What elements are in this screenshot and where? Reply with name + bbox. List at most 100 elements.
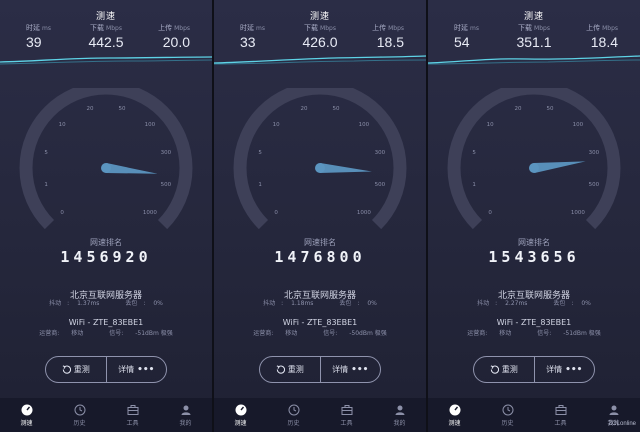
upload-value: 18.4 bbox=[590, 34, 618, 50]
toolbox-icon bbox=[341, 404, 352, 415]
action-buttons: 重测 详情 ••• bbox=[259, 356, 381, 383]
tab-speedtest[interactable]: 测速 bbox=[428, 398, 481, 432]
details-button[interactable]: 详情 ••• bbox=[319, 357, 381, 382]
carrier-row: 运营商: 移动 信号: -51dBm 极强 bbox=[467, 330, 601, 337]
upload-stat: 上传 Mbps 20.0 bbox=[158, 24, 190, 50]
wifi-name: WiFi - ZTE_83EBE1 bbox=[496, 318, 572, 327]
user-icon bbox=[609, 405, 618, 415]
gauge-hub bbox=[315, 163, 325, 173]
details-button[interactable]: 详情 ••• bbox=[533, 357, 595, 382]
gauge-tick-label: 100 bbox=[145, 122, 156, 128]
more-dots-icon: ••• bbox=[565, 364, 583, 375]
gauge-tick-label: 0 bbox=[60, 210, 64, 216]
tab-profile[interactable]: 我的 bbox=[373, 398, 426, 432]
retest-button[interactable]: 重测 bbox=[46, 357, 106, 382]
rank-label: 网速排名 bbox=[518, 238, 550, 247]
tab-history[interactable]: 历史 bbox=[481, 398, 534, 432]
watermark-text: ZOLonline bbox=[608, 421, 636, 427]
clock-icon bbox=[502, 404, 513, 415]
bottom-tab-bar: 测速 历史 工具 我的 bbox=[214, 398, 426, 432]
tab-tools[interactable]: 工具 bbox=[320, 398, 373, 432]
gauge-tick-label: 100 bbox=[573, 122, 584, 128]
tab-tools[interactable]: 工具 bbox=[106, 398, 159, 432]
gauge-hub bbox=[101, 163, 111, 173]
gauge-tick-label: 20 bbox=[514, 106, 521, 112]
more-dots-icon: ••• bbox=[137, 364, 155, 375]
loss-value: 0% bbox=[367, 300, 377, 307]
jitter-loss-row: 抖动: 1.37ms 丢包: 0% bbox=[49, 300, 163, 307]
gauge-needle bbox=[533, 161, 586, 173]
screen-title: 测速 bbox=[95, 12, 116, 22]
clock-icon bbox=[74, 404, 85, 415]
jitter-loss-row: 抖动: 2.27ms 丢包: 0% bbox=[477, 300, 591, 307]
gauge-tick-label: 1 bbox=[44, 182, 48, 188]
gauge-tick-label: 10 bbox=[273, 122, 280, 128]
wifi-name: WiFi - ZTE_83EBE1 bbox=[282, 318, 358, 327]
rank-value: 1543656 bbox=[488, 248, 580, 266]
rank-value: 1456920 bbox=[60, 248, 152, 266]
screen-title: 测速 bbox=[523, 12, 544, 22]
retest-button[interactable]: 重测 bbox=[474, 357, 534, 382]
upload-value: 20.0 bbox=[162, 34, 190, 50]
gauge-tick-label: 100 bbox=[359, 122, 370, 128]
gauge-tick-label: 300 bbox=[589, 150, 600, 156]
gauge-track bbox=[447, 88, 621, 230]
tab-history[interactable]: 历史 bbox=[267, 398, 320, 432]
more-dots-icon: ••• bbox=[351, 364, 369, 375]
bottom-tab-bar: 测速 历史 工具 我的 bbox=[0, 398, 212, 432]
speed-wave-graph bbox=[428, 55, 640, 65]
tab-speedtest[interactable]: 测速 bbox=[214, 398, 267, 432]
screen-title: 测速 bbox=[309, 12, 330, 22]
retry-icon bbox=[62, 365, 71, 374]
speed-wave-graph bbox=[214, 55, 426, 65]
gauge-tick-label: 0 bbox=[274, 210, 278, 216]
gauge-tick-label: 50 bbox=[333, 106, 340, 112]
toolbox-icon bbox=[127, 404, 138, 415]
tab-profile[interactable]: 我的 bbox=[159, 398, 212, 432]
gauge-tick-label: 20 bbox=[300, 106, 307, 112]
gauge-tick-label: 10 bbox=[487, 122, 494, 128]
gauge-tick-label: 10 bbox=[59, 122, 66, 128]
gauge-tick-label: 1000 bbox=[357, 210, 371, 216]
gauge-tick-label: 1000 bbox=[143, 210, 157, 216]
gauge-needle bbox=[319, 163, 372, 173]
tab-history[interactable]: 历史 bbox=[53, 398, 106, 432]
gauge-tick-label: 300 bbox=[161, 150, 172, 156]
carrier-row: 运营商: 移动 信号: -50dBm 极强 bbox=[253, 330, 387, 337]
action-buttons: 重测 详情 ••• bbox=[45, 356, 167, 383]
gauge-tick-label: 0 bbox=[488, 210, 492, 216]
user-icon bbox=[395, 405, 404, 415]
clock-icon bbox=[288, 404, 299, 415]
gauge-tick-label: 300 bbox=[375, 150, 386, 156]
gauge-tick-label: 20 bbox=[86, 106, 93, 112]
user-icon bbox=[181, 405, 190, 415]
gauge-tick-label: 1000 bbox=[571, 210, 585, 216]
speed-gauge: 0 1 5 10 20 50 100 300 500 1000 bbox=[447, 88, 621, 230]
gauge-track bbox=[19, 88, 193, 230]
gauge-hub bbox=[529, 163, 539, 173]
tab-tools[interactable]: 工具 bbox=[534, 398, 587, 432]
retest-button[interactable]: 重测 bbox=[260, 357, 320, 382]
wifi-name: WiFi - ZTE_83EBE1 bbox=[68, 318, 144, 327]
upload-value: 18.5 bbox=[376, 34, 404, 50]
speed-gauge: 0 1 5 10 20 50 100 300 500 1000 bbox=[19, 88, 193, 230]
speedometer-icon bbox=[21, 404, 32, 415]
speedtest-screen-1: 测速 时延 ms 39 下载 Mbps 442.5 上传 Mbps 20.0 0151… bbox=[0, 0, 212, 432]
upload-stat: 上传 Mbps 18.5 bbox=[372, 24, 404, 50]
speedtest-screen-3: 测速 时延 ms 54 下载 Mbps 351.1 上传 Mbps 18.4 0151… bbox=[428, 0, 640, 432]
tab-speedtest[interactable]: 测速 bbox=[0, 398, 53, 432]
gauge-tick-label: 500 bbox=[589, 182, 600, 188]
upload-stat: 上传 Mbps 18.4 bbox=[586, 24, 618, 50]
toolbox-icon bbox=[555, 404, 566, 415]
gauge-tick-label: 5 bbox=[44, 150, 48, 156]
gauge-tick-label: 5 bbox=[472, 150, 476, 156]
speedtest-screen-2: 测速 时延 ms 33 下载 Mbps 426.0 上传 Mbps 18.5 0151… bbox=[214, 0, 426, 432]
details-button[interactable]: 详情 ••• bbox=[105, 357, 167, 382]
gauge-tick-label: 50 bbox=[547, 106, 554, 112]
gauge-needle bbox=[105, 163, 158, 174]
speedometer-icon bbox=[235, 404, 246, 415]
carrier-row: 运营商: 移动 信号: -51dBm 极强 bbox=[39, 330, 173, 337]
gauge-tick-label: 5 bbox=[258, 150, 262, 156]
gauge-tick-label: 1 bbox=[472, 182, 476, 188]
loss-value: 0% bbox=[153, 300, 163, 307]
